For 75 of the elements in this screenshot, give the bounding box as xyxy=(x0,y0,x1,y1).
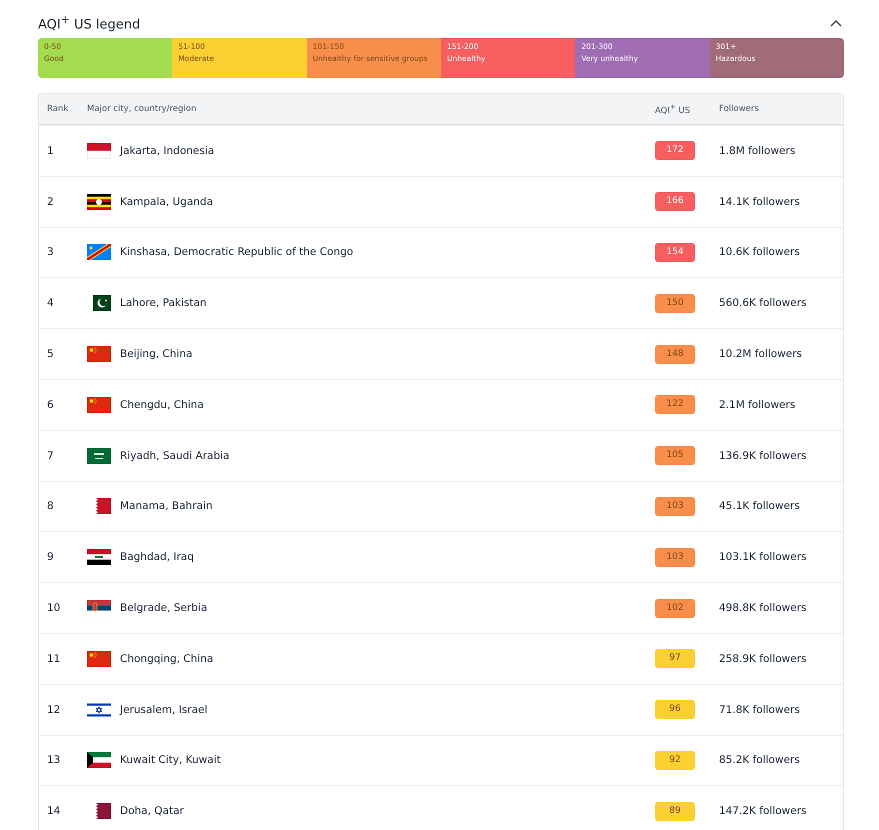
city-name[interactable]: Chongqing, China xyxy=(120,652,214,665)
followers-count: 560.6K followers xyxy=(719,297,808,310)
aqi-badge: 150 xyxy=(655,294,695,313)
followers-count: 10.2M followers xyxy=(719,348,803,360)
rank-cell-text: 12 xyxy=(46,704,62,716)
followers-count: 10.6K followers xyxy=(719,246,801,258)
rank-cell-text: 2 xyxy=(46,196,55,208)
city-name[interactable]: Manama, Bahrain xyxy=(120,500,213,512)
flag-icon xyxy=(87,142,111,159)
aqi-badge: 172 xyxy=(655,141,695,160)
chevron-icon xyxy=(830,19,842,27)
flag-icon xyxy=(93,498,111,514)
flag-icon xyxy=(93,803,111,820)
rank-cell-text: 5 xyxy=(46,348,55,360)
followers-count: 258.9K followers xyxy=(719,652,808,665)
aqi-badge: 103 xyxy=(655,548,695,567)
aqi-badge: 166 xyxy=(655,192,695,212)
column-header: Followers xyxy=(719,104,760,114)
rank-cell-text: 3 xyxy=(46,246,55,258)
aqi-badge: 105 xyxy=(655,446,695,466)
aqi-badge: 148 xyxy=(655,344,695,364)
flag-icon xyxy=(87,752,111,768)
city-name[interactable]: Baghdad, Iraq xyxy=(120,551,194,564)
aqi-badge: 97 xyxy=(655,649,695,668)
flag-icon xyxy=(87,448,111,464)
rank-cell-text: 14 xyxy=(46,805,62,818)
flag-icon xyxy=(93,295,111,312)
followers-count: 85.2K followers xyxy=(719,754,801,766)
city-name[interactable]: Jakarta, Indonesia xyxy=(120,144,214,157)
city-name[interactable]: Riyadh, Saudi Arabia xyxy=(120,450,230,462)
rank-cell-text: 9 xyxy=(46,551,55,564)
followers-count: 498.8K followers xyxy=(719,602,808,614)
flag-icon xyxy=(87,702,111,718)
followers-count: 103.1K followers xyxy=(719,551,808,564)
city-name[interactable]: Lahore, Pakistan xyxy=(120,297,207,310)
rank-cell-text: 6 xyxy=(46,398,55,411)
city-name[interactable]: Kampala, Uganda xyxy=(120,196,214,208)
aqi-badge: 92 xyxy=(655,750,695,770)
column-header: AQI$^{+}$ US xyxy=(655,102,692,116)
city-name[interactable]: Belgrade, Serbia xyxy=(120,602,208,614)
rank-cell-text: 7 xyxy=(46,450,55,462)
followers-count: 147.2K followers xyxy=(719,805,808,818)
flag-icon xyxy=(87,396,111,413)
aqi-badge: 122 xyxy=(655,395,695,414)
rank-cell-text: 1 xyxy=(46,144,55,157)
flag-icon xyxy=(87,549,111,566)
followers-count: 71.8K followers xyxy=(719,704,801,716)
column-header: Major city, country/region xyxy=(87,104,198,114)
followers-count: 14.1K followers xyxy=(719,196,801,208)
aqi-badge: 103 xyxy=(655,496,695,516)
flag-icon xyxy=(87,194,111,210)
aqi-badge: 89 xyxy=(655,802,695,821)
column-header: Rank xyxy=(46,104,70,114)
rank-cell-text: 13 xyxy=(46,754,62,766)
city-name[interactable]: Kinshasa, Democratic Republic of the Congo xyxy=(120,246,354,258)
rank-cell-text: 10 xyxy=(46,602,62,614)
rank-cell-text: 4 xyxy=(46,297,55,310)
followers-count: 136.9K followers xyxy=(719,450,808,462)
followers-count: 45.1K followers xyxy=(719,500,801,512)
city-name[interactable]: Doha, Qatar xyxy=(120,805,184,818)
aqi-badge: 96 xyxy=(655,700,695,720)
rank-cell-text: 8 xyxy=(46,500,55,512)
city-name[interactable]: Kuwait City, Kuwait xyxy=(120,754,221,766)
followers-count: 2.1M followers xyxy=(719,398,796,411)
city-name[interactable]: Beijing, China xyxy=(120,348,192,360)
legend-title: AQI$^{+}$ US legend xyxy=(38,13,140,33)
aqi-badge: 102 xyxy=(655,598,695,618)
city-name[interactable]: Jerusalem, Israel xyxy=(120,704,208,716)
flag-icon xyxy=(87,346,111,362)
flag-icon xyxy=(87,244,111,260)
city-name[interactable]: Chengdu, China xyxy=(120,398,204,411)
flag-icon xyxy=(87,650,111,667)
followers-count: 1.8M followers xyxy=(719,144,796,157)
aqi-badge: 154 xyxy=(655,242,695,262)
rank-cell-text: 11 xyxy=(46,652,62,665)
